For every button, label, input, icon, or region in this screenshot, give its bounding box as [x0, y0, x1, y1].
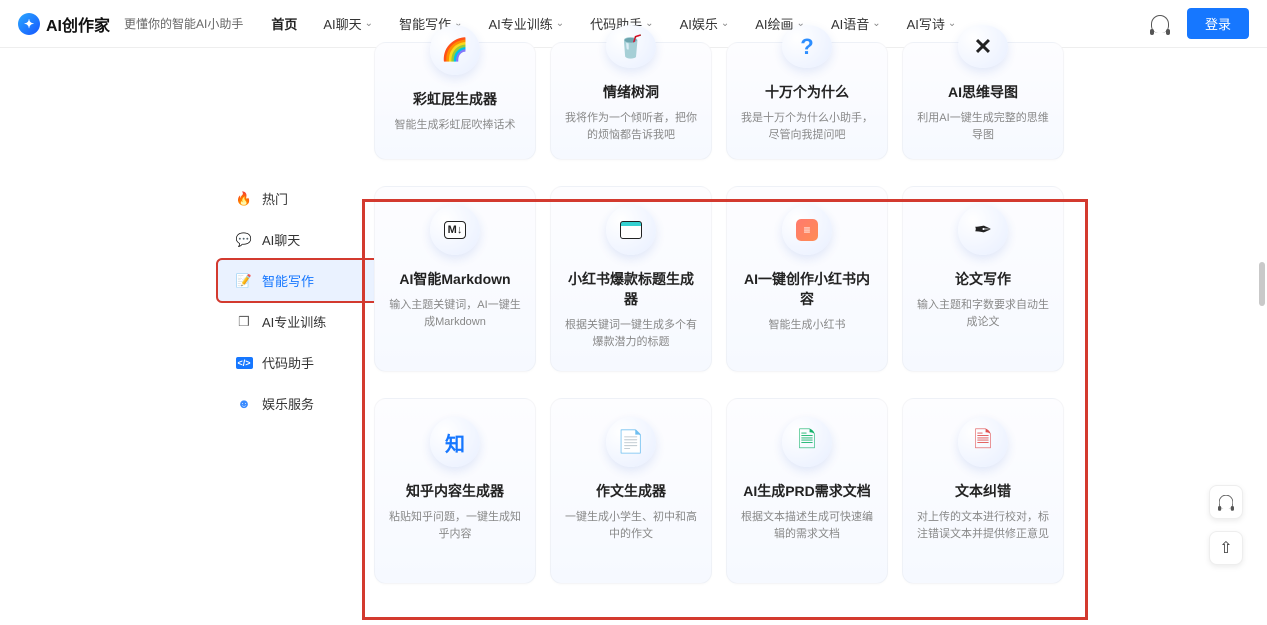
float-back-top-button[interactable]: ⇧ [1209, 531, 1243, 565]
card-desc: 智能生成彩虹屁吹捧话术 [395, 117, 516, 134]
mindmap-icon: ✕ [958, 25, 1008, 68]
card-title: 情绪树洞 [603, 82, 659, 102]
card-prd[interactable]: 🗎 AI生成PRD需求文档 根据文本描述生成可快速编辑的需求文档 [726, 398, 888, 584]
card-desc: 根据关键词一键生成多个有爆款潜力的标题 [565, 317, 697, 350]
document-icon: 📝 [236, 273, 252, 289]
window-icon [606, 205, 656, 255]
cube-icon: ❒ [236, 314, 252, 330]
card-title: 小红书爆款标题生成器 [565, 269, 697, 309]
brand-logo-icon: ✦ [18, 13, 40, 35]
page-body: 🔥 热门 💬 AI聊天 📝 智能写作 ❒ AI专业训练 </> 代码助手 ☻ 娱… [0, 48, 1267, 584]
question-icon: ? [782, 25, 832, 68]
card-desc: 输入主题和字数要求自动生成论文 [917, 297, 1049, 330]
card-desc: 我是十万个为什么小助手，尽管向我提问吧 [741, 110, 873, 143]
card-thesis[interactable]: ✒ 论文写作 输入主题和字数要求自动生成论文 [902, 186, 1064, 372]
sidebar-item-label: 热门 [262, 189, 288, 208]
card-title: AI思维导图 [948, 82, 1018, 102]
card-essay[interactable]: 📄 作文生成器 一键生成小学生、初中和高中的作文 [550, 398, 712, 584]
chevron-down-icon: ⌄ [645, 18, 653, 29]
chevron-down-icon: ⌄ [556, 18, 564, 29]
card-why[interactable]: ? 十万个为什么 我是十万个为什么小助手，尽管向我提问吧 [726, 42, 888, 160]
cup-icon: 🥤 [606, 25, 656, 68]
nav-ai-voice[interactable]: AI语音⌄ [831, 14, 881, 33]
sidebar-item-label: 娱乐服务 [262, 394, 314, 413]
card-title: 十万个为什么 [765, 82, 849, 102]
nav-label: AI语音 [831, 14, 869, 33]
card-row-top: 🌈 彩虹屁生成器 智能生成彩虹屁吹捧话术 🥤 情绪树洞 我将作为一个倾听者，把你… [374, 42, 1247, 160]
flame-icon: 🔥 [236, 191, 252, 207]
card-title: 文本纠错 [955, 481, 1011, 501]
nav-ai-chat[interactable]: AI聊天 ⌄ [323, 14, 373, 33]
card-mood[interactable]: 🥤 情绪树洞 我将作为一个倾听者，把你的烦恼都告诉我吧 [550, 42, 712, 160]
nav-ai-poem[interactable]: AI写诗⌄ [907, 14, 957, 33]
card-desc: 智能生成小红书 [769, 317, 846, 334]
card-title: AI智能Markdown [399, 269, 510, 289]
card-row-middle: M↓ AI智能Markdown 输入主题关键词，AI一键生成Markdown 小… [374, 186, 1247, 372]
chat-icon: 💬 [236, 232, 252, 248]
card-xhs-content[interactable]: ≡ AI一键创作小红书内容 智能生成小红书 [726, 186, 888, 372]
nav-label: AI绘画 [755, 14, 793, 33]
card-desc: 一键生成小学生、初中和高中的作文 [565, 509, 697, 542]
brand-name: AI创作家 [46, 12, 110, 36]
chevron-down-icon: ⌄ [365, 18, 373, 29]
content-area: 🌈 彩虹屁生成器 智能生成彩虹屁吹捧话术 🥤 情绪树洞 我将作为一个倾听者，把你… [436, 48, 1267, 584]
sidebar-item-label: AI聊天 [262, 230, 300, 249]
essay-icon: 📄 [606, 417, 656, 467]
brand-tagline: 更懂你的智能AI小助手 [124, 15, 243, 32]
note-icon: ≡ [782, 205, 832, 255]
nav-pro-training[interactable]: AI专业训练 ⌄ [488, 14, 564, 33]
card-mindmap[interactable]: ✕ AI思维导图 利用AI一键生成完整的思维导图 [902, 42, 1064, 160]
card-row-bottom: 知 知乎内容生成器 粘贴知乎问题，一键生成知乎内容 📄 作文生成器 一键生成小学… [374, 398, 1247, 584]
card-title: 彩虹屁生成器 [413, 89, 497, 109]
card-zhihu[interactable]: 知 知乎内容生成器 粘贴知乎问题，一键生成知乎内容 [374, 398, 536, 584]
card-desc: 利用AI一键生成完整的思维导图 [917, 110, 1049, 143]
card-title: AI生成PRD需求文档 [743, 481, 871, 501]
card-proofread[interactable]: 🗎 文本纠错 对上传的文本进行校对，标注错误文本并提供修正意见 [902, 398, 1064, 584]
chevron-down-icon: ⌄ [872, 18, 880, 29]
login-button[interactable]: 登录 [1187, 8, 1249, 39]
code-icon: </> [236, 355, 252, 371]
card-title: AI一键创作小红书内容 [741, 269, 873, 309]
sidebar-item-label: 代码助手 [262, 353, 314, 372]
support-icon[interactable] [1151, 15, 1169, 33]
card-title: 知乎内容生成器 [406, 481, 504, 501]
prd-icon: 🗎 [782, 417, 832, 467]
nav-ai-entertainment[interactable]: AI娱乐⌄ [680, 14, 730, 33]
nav-right: 登录 [1151, 8, 1249, 39]
chevron-down-icon: ⌄ [721, 18, 729, 29]
card-desc: 根据文本描述生成可快速编辑的需求文档 [741, 509, 873, 542]
zhihu-icon: 知 [430, 417, 480, 467]
card-markdown[interactable]: M↓ AI智能Markdown 输入主题关键词，AI一键生成Markdown [374, 186, 536, 372]
nav-label: AI聊天 [323, 14, 361, 33]
card-title: 论文写作 [955, 269, 1011, 289]
headset-icon [1219, 495, 1233, 509]
rainbow-icon: 🌈 [430, 25, 480, 75]
scrollbar-thumb[interactable] [1259, 262, 1265, 306]
brand[interactable]: ✦ AI创作家 [18, 12, 110, 36]
card-desc: 对上传的文本进行校对，标注错误文本并提供修正意见 [917, 509, 1049, 542]
nav-label: AI写诗 [907, 14, 945, 33]
card-xhs-title[interactable]: 小红书爆款标题生成器 根据关键词一键生成多个有爆款潜力的标题 [550, 186, 712, 372]
nav-home[interactable]: 首页 [271, 14, 297, 33]
float-support-button[interactable] [1209, 485, 1243, 519]
nav-label: AI娱乐 [680, 14, 718, 33]
sidebar-item-label: 智能写作 [262, 271, 314, 290]
floating-actions: ⇧ [1209, 485, 1243, 565]
sidebar-item-label: AI专业训练 [262, 312, 326, 331]
nav-label: AI专业训练 [488, 14, 552, 33]
card-desc: 输入主题关键词，AI一键生成Markdown [389, 297, 521, 330]
card-rainbow[interactable]: 🌈 彩虹屁生成器 智能生成彩虹屁吹捧话术 [374, 42, 536, 160]
card-desc: 粘贴知乎问题，一键生成知乎内容 [389, 509, 521, 542]
card-title: 作文生成器 [596, 481, 666, 501]
markdown-icon: M↓ [430, 205, 480, 255]
nav-label: 首页 [271, 14, 297, 33]
error-doc-icon: 🗎 [958, 417, 1008, 467]
smile-icon: ☻ [236, 396, 252, 412]
pen-icon: ✒ [958, 205, 1008, 255]
chevron-down-icon: ⌄ [948, 18, 956, 29]
card-desc: 我将作为一个倾听者，把你的烦恼都告诉我吧 [565, 110, 697, 143]
